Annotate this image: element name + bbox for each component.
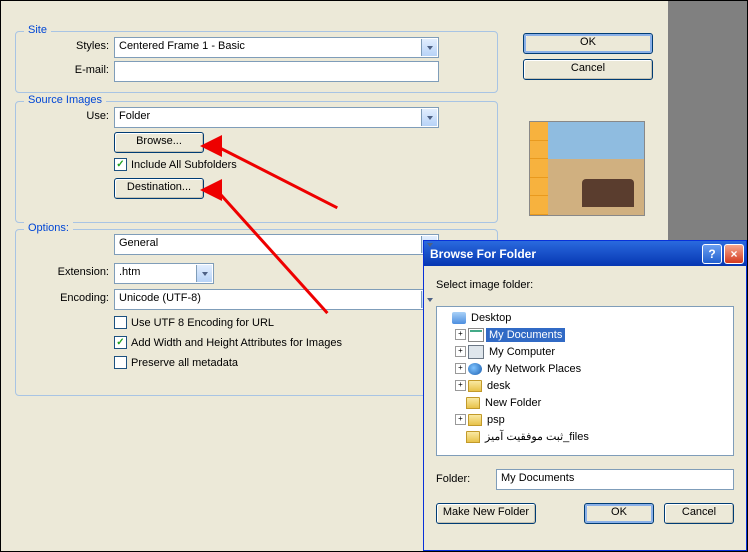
folder-icon: [468, 414, 482, 426]
browse-ok-button[interactable]: OK: [584, 503, 654, 524]
tree-item-mydocs[interactable]: +My Documents: [439, 326, 731, 343]
encoding-select[interactable]: Unicode (UTF-8): [114, 289, 439, 310]
tree-item-psp[interactable]: +psp: [439, 411, 731, 428]
encoding-label: Encoding:: [29, 292, 109, 304]
browse-button[interactable]: Browse...: [114, 132, 204, 153]
expand-icon[interactable]: +: [455, 380, 466, 391]
folder-icon: [466, 431, 480, 443]
checkbox-icon: [114, 316, 127, 329]
group-site: Site Styles: Centered Frame 1 - Basic E-…: [15, 31, 498, 93]
options-select[interactable]: General: [114, 234, 439, 255]
email-label: E-mail:: [29, 64, 109, 76]
folder-tree[interactable]: Desktop +My Documents +My Computer +My N…: [436, 306, 734, 456]
tree-item-newfolder[interactable]: New Folder: [439, 394, 731, 411]
checkbox-icon: [114, 158, 127, 171]
styles-label: Styles:: [29, 40, 109, 52]
preview-thumbnail: [529, 121, 645, 216]
checkbox-icon: [114, 336, 127, 349]
browse-for-folder-dialog: Browse For Folder ? × Select image folde…: [423, 240, 747, 551]
utf8-url-label: Use UTF 8 Encoding for URL: [131, 317, 274, 329]
add-wh-checkbox[interactable]: Add Width and Height Attributes for Imag…: [114, 336, 342, 349]
folder-icon: [466, 397, 480, 409]
include-subfolders-checkbox[interactable]: Include All Subfolders: [114, 158, 237, 171]
extension-value: .htm: [119, 266, 140, 278]
network-icon: [468, 363, 482, 375]
extension-select[interactable]: .htm: [114, 263, 214, 284]
tree-item-desktop[interactable]: Desktop: [439, 309, 731, 326]
group-site-legend: Site: [24, 24, 51, 36]
preserve-meta-label: Preserve all metadata: [131, 357, 238, 369]
expand-icon[interactable]: +: [455, 346, 466, 357]
folder-input[interactable]: My Documents: [496, 469, 734, 490]
tree-item-desk[interactable]: +desk: [439, 377, 731, 394]
computer-icon: [468, 345, 484, 359]
tree-item-mynet[interactable]: +My Network Places: [439, 360, 731, 377]
browse-prompt: Select image folder:: [436, 279, 533, 291]
group-source-legend: Source Images: [24, 94, 106, 106]
options-label: Options:: [24, 222, 73, 234]
use-label: Use:: [29, 110, 109, 122]
email-input[interactable]: [114, 61, 439, 82]
folder-value: My Documents: [501, 472, 574, 484]
make-new-folder-button[interactable]: Make New Folder: [436, 503, 536, 524]
expand-icon[interactable]: +: [455, 329, 466, 340]
folder-icon: [468, 380, 482, 392]
desktop-icon: [452, 312, 466, 324]
help-button[interactable]: ?: [702, 244, 722, 264]
tree-item-arabic[interactable]: ثبت موفقيت آميز_files: [439, 428, 731, 445]
include-subfolders-label: Include All Subfolders: [131, 159, 237, 171]
group-source: Source Images Use: Folder Browse... Incl…: [15, 101, 498, 223]
expand-icon[interactable]: +: [455, 363, 466, 374]
close-button[interactable]: ×: [724, 244, 744, 264]
extension-label: Extension:: [29, 266, 109, 278]
browse-cancel-button[interactable]: Cancel: [664, 503, 734, 524]
cancel-button[interactable]: Cancel: [523, 59, 653, 80]
encoding-value: Unicode (UTF-8): [119, 292, 201, 304]
ok-button[interactable]: OK: [523, 33, 653, 54]
dialog-title: Browse For Folder: [430, 247, 536, 261]
documents-icon: [468, 328, 484, 342]
use-select[interactable]: Folder: [114, 107, 439, 128]
destination-button[interactable]: Destination...: [114, 178, 204, 199]
options-value: General: [119, 237, 158, 249]
checkbox-icon: [114, 356, 127, 369]
use-value: Folder: [119, 110, 150, 122]
tree-item-mycomp[interactable]: +My Computer: [439, 343, 731, 360]
dialog-titlebar[interactable]: Browse For Folder ? ×: [424, 241, 746, 266]
styles-value: Centered Frame 1 - Basic: [119, 40, 245, 52]
expand-icon[interactable]: +: [455, 414, 466, 425]
preserve-meta-checkbox[interactable]: Preserve all metadata: [114, 356, 238, 369]
styles-select[interactable]: Centered Frame 1 - Basic: [114, 37, 439, 58]
add-wh-label: Add Width and Height Attributes for Imag…: [131, 337, 342, 349]
folder-label: Folder:: [436, 473, 470, 485]
utf8-url-checkbox[interactable]: Use UTF 8 Encoding for URL: [114, 316, 274, 329]
